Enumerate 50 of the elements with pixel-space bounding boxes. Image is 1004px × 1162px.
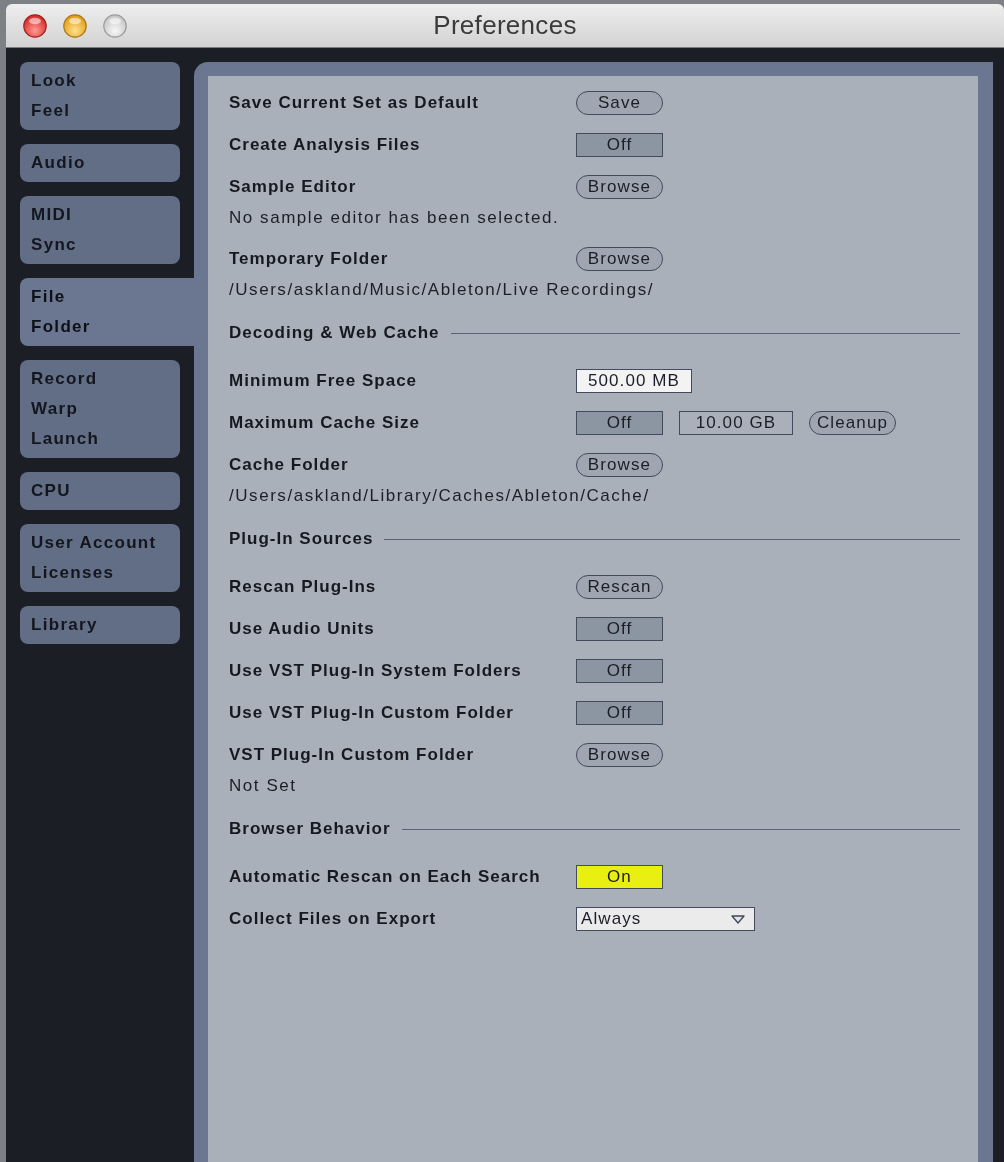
sidebar-tab[interactable]: Record Warp Launch [20, 360, 180, 458]
action-button[interactable]: Save [576, 91, 663, 115]
action-button[interactable]: Browse [576, 247, 663, 271]
minimize-icon[interactable] [63, 13, 87, 38]
setting-label: Use VST Plug-In System Folders [229, 661, 523, 681]
sidebar-tab[interactable]: User Account Licenses [20, 524, 180, 592]
action-button[interactable]: Browse [576, 175, 663, 199]
toggle-button[interactable]: Off [576, 659, 663, 683]
action-button[interactable]: Cleanup [809, 411, 896, 435]
sidebar-tab[interactable]: Look Feel [20, 62, 180, 130]
section-title: Decoding & Web Cache [229, 323, 440, 343]
setting-label: Temporary Folder [229, 249, 390, 269]
setting-label: VST Plug-In Custom Folder [229, 745, 476, 765]
toggle-button[interactable]: Off [576, 617, 663, 641]
close-icon[interactable] [23, 13, 47, 38]
value-field[interactable]: 500.00 MB [576, 369, 692, 393]
zoom-icon[interactable] [103, 13, 127, 38]
sidebar-tab[interactable]: CPU [20, 472, 180, 510]
dropdown[interactable]: Always [576, 907, 755, 931]
setting-label: Sample Editor [229, 177, 358, 197]
setting-label: Minimum Free Space [229, 371, 419, 391]
setting-label: Save Current Set as Default [229, 93, 480, 113]
sidebar-tab[interactable]: MIDI Sync [20, 196, 180, 264]
caret-icon [731, 914, 745, 924]
info-text: Not Set [229, 776, 297, 796]
info-text: No sample editor has been selected. [229, 208, 560, 228]
info-text: /Users/askland/Library/Caches/Ableton/Cache/ [229, 486, 650, 506]
toggle-button[interactable]: On [576, 865, 663, 889]
setting-label: Use VST Plug-In Custom Folder [229, 703, 515, 723]
toggle-button[interactable]: Off [576, 133, 663, 157]
setting-label: Create Analysis Files [229, 135, 422, 155]
sidebar-tab[interactable]: File Folder [20, 278, 194, 346]
info-text: /Users/askland/Music/Ableton/Live Recordings/ [229, 280, 655, 300]
action-button[interactable]: Browse [576, 453, 663, 477]
setting-label: Rescan Plug-Ins [229, 577, 378, 597]
setting-label: Use Audio Units [229, 619, 376, 639]
toggle-button[interactable]: Off [576, 411, 663, 435]
sidebar-tab[interactable]: Audio [20, 144, 180, 182]
action-button[interactable]: Rescan [576, 575, 663, 599]
setting-label: Automatic Rescan on Each Search [229, 867, 542, 887]
sidebar-tab[interactable]: Library [20, 606, 180, 644]
window-title: Preferences [433, 10, 577, 41]
section-title: Browser Behavior [229, 819, 391, 839]
setting-label: Maximum Cache Size [229, 413, 421, 433]
toggle-button[interactable]: Off [576, 701, 663, 725]
action-button[interactable]: Browse [576, 743, 663, 767]
value-field: 10.00 GB [679, 411, 793, 435]
setting-label: Cache Folder [229, 455, 350, 475]
section-title: Plug-In Sources [229, 529, 374, 549]
setting-label: Collect Files on Export [229, 909, 438, 929]
